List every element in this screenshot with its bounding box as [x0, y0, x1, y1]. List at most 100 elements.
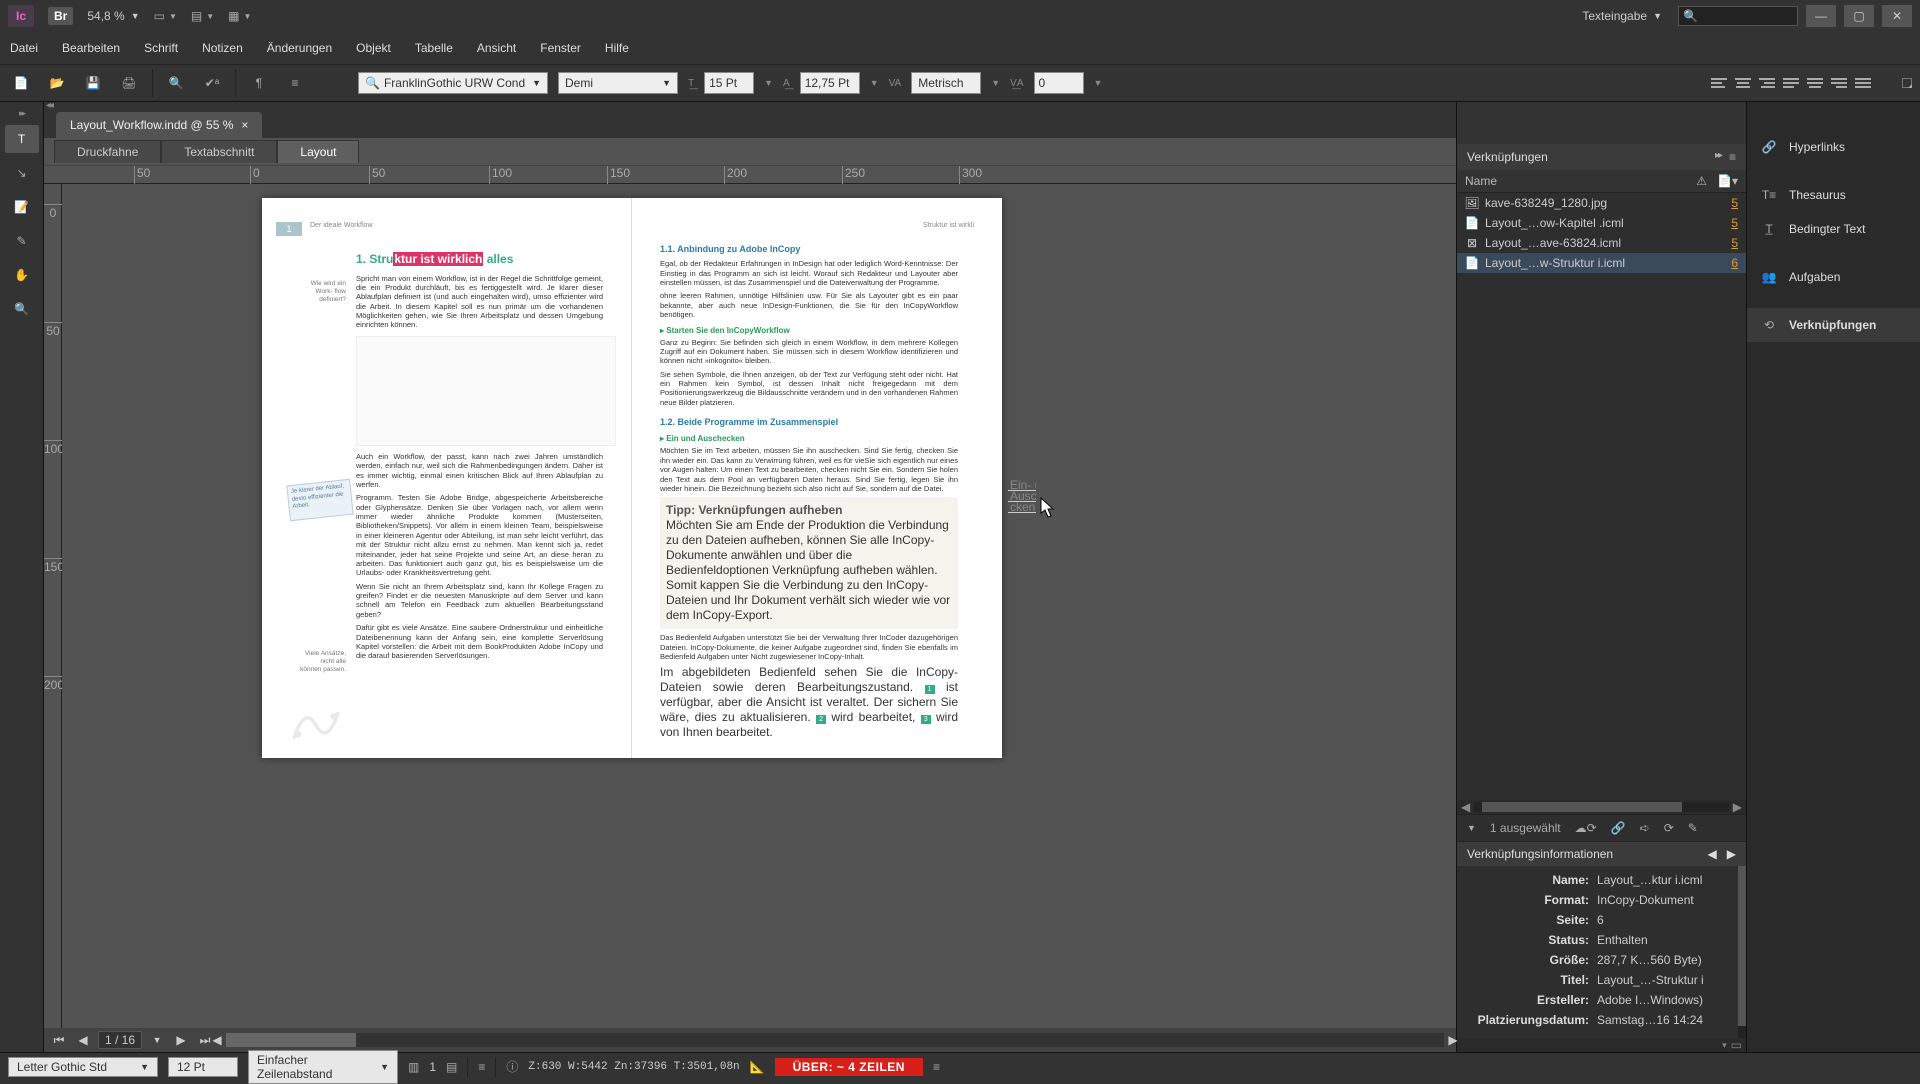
- kerning-combo[interactable]: Metrisch: [911, 72, 981, 94]
- chevron-down-icon[interactable]: ▼: [764, 78, 773, 88]
- tab-textabschnitt[interactable]: Textabschnitt: [161, 140, 277, 163]
- link-row[interactable]: 📄Layout_…w-Struktur i.icml6: [1457, 253, 1746, 273]
- column-name[interactable]: Name: [1465, 174, 1497, 188]
- first-page-button[interactable]: ⏮: [50, 1033, 68, 1048]
- horizontal-scrollbar[interactable]: ◀ ▶: [226, 1033, 1444, 1047]
- align-justify-center-button[interactable]: [1804, 72, 1826, 94]
- zoom-tool[interactable]: 🔍: [5, 295, 39, 323]
- link-row[interactable]: 📄Layout_…ow-Kapitel .icml5: [1457, 213, 1746, 233]
- tracking-input[interactable]: 0: [1034, 72, 1084, 94]
- align-left-button[interactable]: [1708, 72, 1730, 94]
- scroll-left-icon[interactable]: ◀: [1461, 800, 1470, 814]
- prev-link-icon[interactable]: ◀: [1708, 847, 1717, 861]
- menu-objekt[interactable]: Objekt: [356, 41, 391, 55]
- link-page[interactable]: 5: [1731, 216, 1738, 230]
- chevron-down-icon[interactable]: ▼: [991, 78, 1000, 88]
- close-button[interactable]: ✕: [1882, 5, 1912, 27]
- show-hidden-chars-icon[interactable]: ¶: [246, 70, 272, 96]
- link-row[interactable]: ⊠Layout_…ave-63824.icml5: [1457, 233, 1746, 253]
- toolbar-expand-icon[interactable]: [1902, 78, 1912, 88]
- zoom-level-combo[interactable]: 54,8 % ▼: [87, 9, 139, 23]
- tab-bedingter-text[interactable]: T̲Bedingter Text: [1747, 212, 1920, 246]
- help-search-input[interactable]: 🔍: [1678, 6, 1798, 26]
- eyedropper-tool[interactable]: ✎: [5, 227, 39, 255]
- document-tab[interactable]: Layout_Workflow.indd @ 55 % ×: [56, 112, 262, 138]
- update-link-icon[interactable]: ⟳: [1664, 821, 1674, 835]
- workspace-switcher[interactable]: Texteingabe ▼: [1574, 7, 1670, 25]
- link-row[interactable]: 🖼kave-638249_1280.jpg5: [1457, 193, 1746, 213]
- close-tab-icon[interactable]: ×: [241, 118, 248, 132]
- collapse-row-icon[interactable]: ◂◂: [46, 100, 52, 111]
- info-scrollbar[interactable]: [1738, 866, 1746, 1038]
- menu-bearbeiten[interactable]: Bearbeiten: [62, 41, 120, 55]
- align-center-button[interactable]: [1732, 72, 1754, 94]
- arrange-documents-button[interactable]: ▦▼: [228, 9, 251, 23]
- tab-verknuepfungen[interactable]: ⟲Verknüpfungen: [1747, 308, 1920, 342]
- link-page[interactable]: 5: [1731, 236, 1738, 250]
- find-icon[interactable]: 🔍: [163, 70, 189, 96]
- page-dropdown-button[interactable]: ▼: [148, 1035, 166, 1045]
- goto-link-icon[interactable]: ➪: [1640, 821, 1650, 835]
- tab-aufgaben[interactable]: 👥Aufgaben: [1747, 260, 1920, 294]
- tab-layout[interactable]: Layout: [277, 140, 359, 163]
- hamburger-icon[interactable]: ≡: [478, 1060, 485, 1074]
- link-page[interactable]: 6: [1731, 256, 1738, 270]
- align-justify-full-button[interactable]: [1852, 72, 1874, 94]
- link-info-header[interactable]: Verknüpfungsinformationen ◀ ▶: [1457, 842, 1746, 866]
- next-page-button[interactable]: ▶: [172, 1033, 190, 1047]
- new-doc-icon[interactable]: 📄: [8, 70, 34, 96]
- horizontal-ruler[interactable]: 50 0 50 100 150 200 250 300: [44, 166, 1456, 184]
- panel-options-icon[interactable]: ▭: [1731, 1038, 1742, 1052]
- menu-notizen[interactable]: Notizen: [202, 41, 243, 55]
- hand-tool[interactable]: ✋: [5, 261, 39, 289]
- chevron-down-icon[interactable]: ▼: [1467, 823, 1476, 833]
- panel-menu-icon[interactable]: ≡: [1729, 150, 1736, 164]
- print-icon[interactable]: 🖨: [116, 70, 142, 96]
- align-right-button[interactable]: [1756, 72, 1778, 94]
- link-page[interactable]: 5: [1731, 196, 1738, 210]
- menu-fenster[interactable]: Fenster: [540, 41, 581, 55]
- leading-input[interactable]: 12,75 Pt: [800, 72, 860, 94]
- align-justify-left-button[interactable]: [1780, 72, 1802, 94]
- panel-menu-icon[interactable]: ≡: [282, 70, 308, 96]
- open-doc-icon[interactable]: 📂: [44, 70, 70, 96]
- galley-leading-combo[interactable]: Einfacher Zeilenabstand ▼: [248, 1050, 398, 1084]
- tab-hyperlinks[interactable]: 🔗Hyperlinks: [1747, 130, 1920, 164]
- scrollbar-thumb[interactable]: [1738, 866, 1746, 1026]
- page-column-icon[interactable]: 📄▾: [1717, 174, 1738, 188]
- galley-size-combo[interactable]: 12 Pt: [168, 1057, 238, 1077]
- type-tool[interactable]: T: [5, 125, 39, 153]
- note-tool[interactable]: 📝: [5, 193, 39, 221]
- save-icon[interactable]: 💾: [80, 70, 106, 96]
- minimize-button[interactable]: —: [1806, 5, 1836, 27]
- relink-icon[interactable]: 🔗: [1611, 821, 1626, 835]
- font-family-combo[interactable]: 🔍 FranklinGothic URW Cond ▼: [358, 72, 548, 94]
- maximize-button[interactable]: ▢: [1844, 5, 1874, 27]
- links-hscroll[interactable]: ◀ ▶: [1457, 800, 1746, 814]
- vertical-ruler[interactable]: 0 50 100 150 200: [44, 184, 62, 1028]
- columns-icon[interactable]: ▥: [408, 1060, 419, 1074]
- links-panel-header[interactable]: Verknüpfungen ▸▸ ≡: [1457, 144, 1746, 170]
- screen-mode-button[interactable]: ▭▼: [154, 9, 177, 23]
- menu-tabelle[interactable]: Tabelle: [415, 41, 453, 55]
- menu-ansicht[interactable]: Ansicht: [477, 41, 516, 55]
- edit-original-icon[interactable]: ✎: [1688, 821, 1698, 835]
- view-options-button[interactable]: ▤▼: [191, 9, 214, 23]
- galley-font-combo[interactable]: Letter Gothic Std ▼: [8, 1057, 158, 1077]
- bridge-button[interactable]: Br: [48, 7, 73, 25]
- scroll-right-icon[interactable]: ▶: [1733, 800, 1742, 814]
- menu-schrift[interactable]: Schrift: [144, 41, 178, 55]
- chevron-down-icon[interactable]: ▼: [870, 78, 879, 88]
- columns-alt-icon[interactable]: ▤: [446, 1060, 457, 1074]
- font-style-combo[interactable]: Demi ▼: [558, 72, 678, 94]
- collapse-panel-icon[interactable]: ▸▸: [1715, 150, 1721, 164]
- tab-thesaurus[interactable]: T≡Thesaurus: [1747, 178, 1920, 212]
- scrollbar-thumb[interactable]: [1482, 802, 1682, 812]
- chevron-down-icon[interactable]: ▼: [1094, 78, 1103, 88]
- copyfit-icon[interactable]: 📐: [750, 1060, 765, 1074]
- page-field[interactable]: 1 / 16: [98, 1031, 142, 1049]
- font-size-input[interactable]: 15 Pt: [704, 72, 754, 94]
- menu-aenderungen[interactable]: Änderungen: [267, 41, 332, 55]
- info-icon[interactable]: ⓘ: [506, 1058, 518, 1075]
- collapse-tools-icon[interactable]: ▸▸: [19, 108, 24, 119]
